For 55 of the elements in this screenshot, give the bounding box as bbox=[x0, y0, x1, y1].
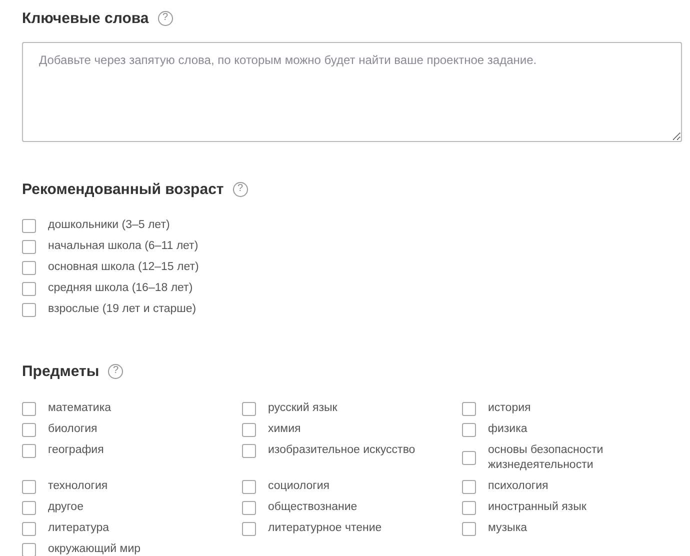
help-icon[interactable]: ? bbox=[108, 364, 124, 378]
checkbox[interactable] bbox=[462, 480, 476, 494]
checkbox-label[interactable]: начальная школа (6–11 лет) bbox=[48, 239, 198, 254]
help-icon[interactable]: ? bbox=[158, 10, 173, 26]
checkbox-label[interactable]: география bbox=[48, 440, 104, 461]
section-title: Рекомендованный возраст bbox=[22, 180, 224, 198]
checkbox-label[interactable]: русский язык bbox=[268, 398, 338, 419]
checkbox[interactable] bbox=[462, 422, 476, 436]
checkbox-label[interactable]: музыка bbox=[488, 518, 528, 539]
checkbox[interactable] bbox=[22, 240, 36, 254]
checkbox-label[interactable]: социология bbox=[268, 476, 330, 497]
checkbox-label[interactable]: психология bbox=[488, 476, 548, 497]
checkbox[interactable] bbox=[242, 480, 256, 494]
help-icon[interactable]: ? bbox=[232, 182, 248, 196]
checkbox-label[interactable]: физика bbox=[488, 419, 528, 440]
checkbox-label[interactable]: обществознание bbox=[268, 497, 358, 518]
checkbox[interactable] bbox=[242, 500, 256, 514]
section-title: Ключевые слова bbox=[22, 10, 149, 26]
checkbox[interactable] bbox=[242, 522, 256, 536]
checkbox-label[interactable]: литература bbox=[48, 518, 110, 539]
checkbox[interactable] bbox=[242, 422, 256, 436]
checkbox[interactable] bbox=[22, 444, 36, 458]
checkbox[interactable] bbox=[242, 402, 256, 416]
checkbox-label[interactable]: химия bbox=[268, 419, 301, 440]
checkbox-label[interactable]: изобразительное искусство bbox=[268, 440, 416, 461]
checkbox-label[interactable]: математика bbox=[48, 398, 112, 419]
checkbox-label[interactable]: окружающий мир bbox=[48, 539, 141, 556]
checkbox-label[interactable]: основная школа (12–15 лет) bbox=[48, 260, 199, 275]
checkbox-label[interactable]: другое bbox=[48, 497, 84, 518]
checkbox[interactable] bbox=[22, 302, 36, 316]
checkbox-label[interactable]: взрослые (19 лет и старше) bbox=[48, 302, 196, 317]
checkbox-label[interactable]: основы безопасности жизнедеятельности bbox=[488, 440, 628, 476]
keywords-field[interactable]: Добавьте через запятую слова, по которым можно будет найти ваше проектное задание. bbox=[22, 42, 682, 142]
checkbox-label[interactable]: дошкольники (3–5 лет) bbox=[48, 218, 170, 233]
checkbox[interactable] bbox=[242, 444, 256, 458]
checkbox[interactable] bbox=[462, 451, 476, 465]
checkbox[interactable] bbox=[22, 422, 36, 436]
checkbox[interactable] bbox=[462, 522, 476, 536]
checkbox-label[interactable]: технология bbox=[48, 476, 108, 497]
checkbox-label[interactable]: история bbox=[488, 398, 531, 419]
checkbox-label[interactable]: средняя школа (16–18 лет) bbox=[48, 281, 193, 296]
checkbox[interactable] bbox=[462, 500, 476, 514]
section-title: Предметы bbox=[22, 362, 100, 380]
checkbox[interactable] bbox=[22, 402, 36, 416]
checkbox[interactable] bbox=[22, 282, 36, 296]
checkbox-label[interactable]: литературное чтение bbox=[268, 518, 382, 539]
checkbox[interactable] bbox=[22, 218, 36, 232]
checkbox[interactable] bbox=[462, 402, 476, 416]
checkbox[interactable] bbox=[22, 542, 36, 556]
checkbox-label[interactable]: иностранный язык bbox=[488, 497, 586, 518]
checkbox[interactable] bbox=[22, 480, 36, 494]
checkbox[interactable] bbox=[22, 260, 36, 274]
checkbox-label[interactable]: биология bbox=[48, 419, 98, 440]
checkbox[interactable] bbox=[22, 500, 36, 514]
checkbox[interactable] bbox=[22, 522, 36, 536]
